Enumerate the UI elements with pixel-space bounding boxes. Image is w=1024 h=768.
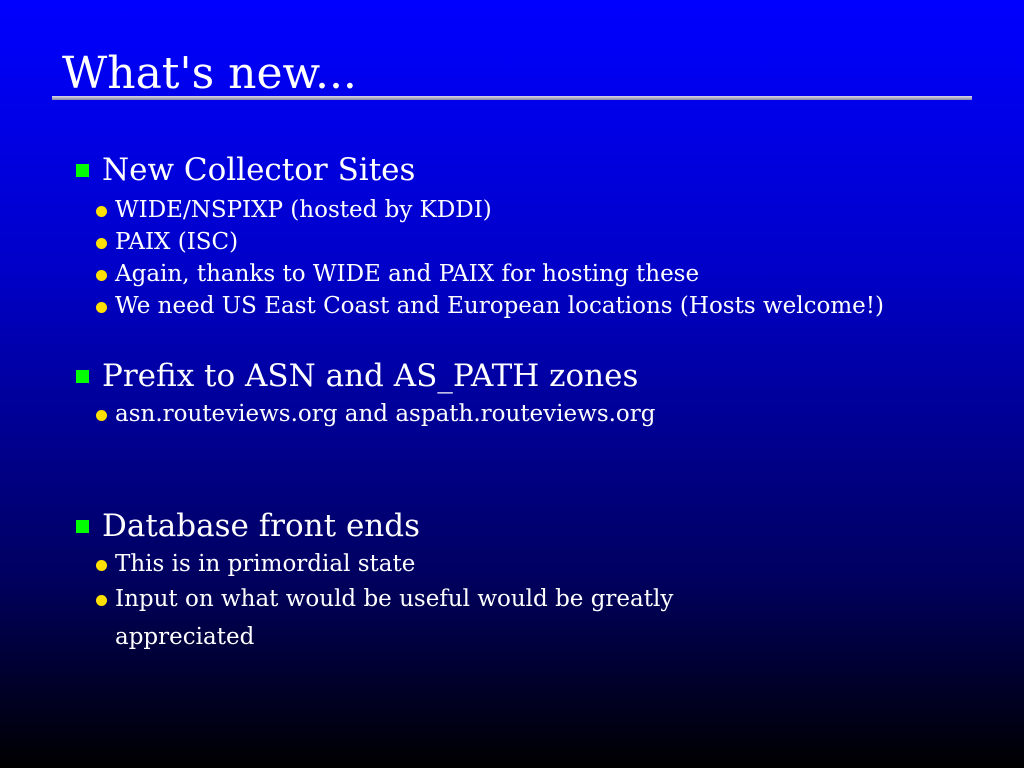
list-item: asn.routeviews.org and aspath.routeviews…: [96, 398, 976, 430]
slide: What's new... New Collector Sites WIDE/N…: [0, 0, 1024, 768]
yellow-dot-bullet-icon: [96, 270, 107, 281]
list-item: Input on what would be useful would be g…: [96, 580, 715, 656]
list-item-text: WIDE/NSPIXP (hosted by KDDI): [115, 197, 492, 223]
section-heading: Database front ends: [76, 508, 976, 544]
list-item-text: Again, thanks to WIDE and PAIX for hosti…: [115, 261, 700, 287]
list-item-text: Input on what would be useful would be g…: [115, 586, 674, 650]
yellow-dot-bullet-icon: [96, 238, 107, 249]
yellow-dot-bullet-icon: [96, 206, 107, 217]
list-item: We need US East Coast and European locat…: [96, 290, 976, 322]
bullet-list: asn.routeviews.org and aspath.routeviews…: [76, 398, 976, 430]
list-item-text: This is in primordial state: [115, 551, 416, 577]
list-item: Again, thanks to WIDE and PAIX for hosti…: [96, 258, 976, 290]
list-item-text: We need US East Coast and European locat…: [115, 293, 884, 319]
section-heading: Prefix to ASN and AS_PATH zones: [76, 358, 976, 394]
yellow-dot-bullet-icon: [96, 560, 107, 571]
title-divider: [52, 96, 972, 100]
section-heading-text: New Collector Sites: [102, 152, 416, 188]
section-zones: Prefix to ASN and AS_PATH zones asn.rout…: [76, 358, 976, 430]
list-item: WIDE/NSPIXP (hosted by KDDI): [96, 194, 976, 226]
green-square-bullet-icon: [76, 163, 89, 177]
list-item: PAIX (ISC): [96, 226, 976, 258]
green-square-bullet-icon: [76, 519, 89, 533]
section-heading-text: Prefix to ASN and AS_PATH zones: [102, 358, 639, 394]
bullet-list: WIDE/NSPIXP (hosted by KDDI) PAIX (ISC) …: [76, 194, 976, 322]
slide-title: What's new...: [62, 48, 357, 99]
list-item-text: PAIX (ISC): [115, 229, 239, 255]
yellow-dot-bullet-icon: [96, 595, 107, 606]
bullet-list: This is in primordial state Input on wha…: [76, 548, 976, 656]
section-database-front-ends: Database front ends This is in primordia…: [76, 508, 976, 656]
section-collector-sites: New Collector Sites WIDE/NSPIXP (hosted …: [76, 152, 976, 322]
yellow-dot-bullet-icon: [96, 302, 107, 313]
green-square-bullet-icon: [76, 369, 89, 383]
section-heading: New Collector Sites: [76, 152, 976, 188]
section-heading-text: Database front ends: [102, 508, 421, 544]
yellow-dot-bullet-icon: [96, 410, 107, 421]
list-item-text: asn.routeviews.org and aspath.routeviews…: [115, 401, 656, 427]
list-item: This is in primordial state: [96, 548, 976, 580]
